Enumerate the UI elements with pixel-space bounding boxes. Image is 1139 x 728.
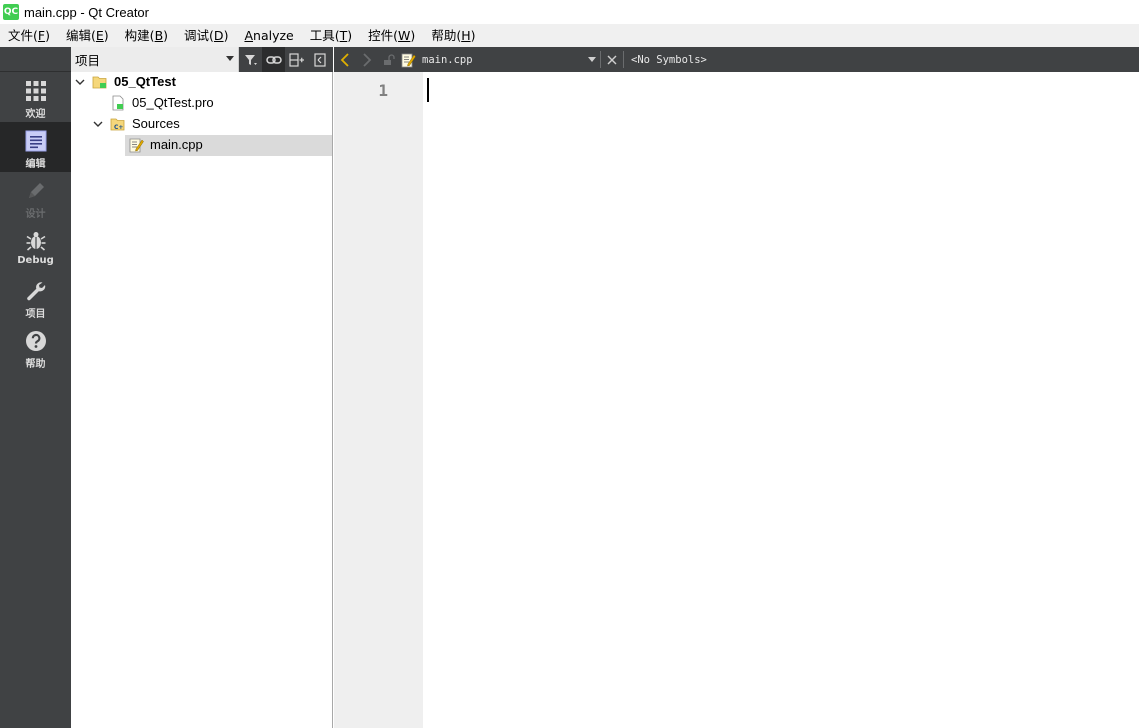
line-number: 1 bbox=[378, 81, 388, 100]
split-view-button[interactable] bbox=[285, 47, 308, 72]
text-caret bbox=[427, 78, 429, 102]
mode-projects-label: 项目 bbox=[25, 309, 46, 320]
grid-icon bbox=[25, 81, 46, 101]
close-icon bbox=[607, 55, 617, 64]
mode-projects[interactable]: 项目 bbox=[0, 272, 71, 322]
symbols-dropdown[interactable]: <No Symbols> bbox=[631, 54, 707, 66]
tree-item-label: main.cpp bbox=[150, 137, 203, 152]
menu-help[interactable]: 帮助(H) bbox=[423, 24, 483, 47]
menu-tools[interactable]: 工具(T) bbox=[302, 24, 360, 47]
open-documents-dropdown[interactable]: main.cpp bbox=[400, 47, 600, 72]
close-sidebar-icon bbox=[313, 52, 326, 67]
tree-item-label: 05_QtTest.pro bbox=[132, 95, 214, 110]
cpp-file-icon bbox=[401, 53, 416, 67]
unlock-icon bbox=[384, 53, 395, 65]
synchronize-editor-button[interactable] bbox=[262, 47, 285, 72]
qt-creator-window: QC main.cpp - Qt Creator 文件(F) 编辑(E) 构建(… bbox=[0, 0, 1139, 728]
go-back-button[interactable] bbox=[334, 47, 356, 72]
tree-item-pro-file[interactable]: 05_QtTest.pro bbox=[71, 93, 332, 114]
menu-debug[interactable]: 调试(D) bbox=[176, 24, 236, 47]
mode-design[interactable]: 设计 bbox=[0, 172, 71, 222]
link-icon bbox=[265, 55, 282, 64]
edit-document-icon bbox=[25, 130, 46, 152]
qt-creator-app-icon: QC bbox=[3, 4, 19, 20]
pro-file-icon bbox=[112, 95, 124, 111]
menu-analyze[interactable]: Analyze bbox=[236, 24, 301, 47]
mode-edit-label: 编辑 bbox=[25, 159, 46, 170]
tree-item-main-cpp[interactable]: main.cpp bbox=[125, 135, 332, 156]
tree-item-label: 05_QtTest bbox=[114, 74, 176, 89]
project-tree: 05_QtTest 05_QtTest.pro C+ Sources main.… bbox=[71, 72, 333, 728]
lock-button[interactable] bbox=[378, 47, 400, 72]
menu-bar: 文件(F) 编辑(E) 构建(B) 调试(D) Analyze 工具(T) 控件… bbox=[0, 24, 1139, 47]
menu-build[interactable]: 构建(B) bbox=[117, 24, 176, 47]
chevron-down-icon bbox=[226, 56, 234, 61]
title-bar: QC main.cpp - Qt Creator bbox=[0, 0, 1139, 24]
mode-welcome[interactable]: 欢迎 bbox=[0, 72, 71, 122]
mode-help[interactable]: 帮助 bbox=[0, 322, 71, 372]
chevron-right-icon bbox=[363, 52, 372, 67]
tree-item-sources[interactable]: C+ Sources bbox=[71, 114, 332, 135]
filter-tree-button[interactable] bbox=[239, 47, 262, 72]
mode-welcome-label: 欢迎 bbox=[25, 109, 46, 120]
chevron-down-icon[interactable] bbox=[75, 77, 85, 87]
project-view-selector-label: 项目 bbox=[75, 53, 101, 68]
pencil-icon bbox=[28, 183, 44, 198]
menu-edit[interactable]: 编辑(E) bbox=[58, 24, 117, 47]
bug-icon bbox=[26, 232, 45, 251]
project-panel-header: 项目 bbox=[71, 47, 333, 72]
tree-item-project[interactable]: 05_QtTest bbox=[71, 72, 332, 93]
wrench-icon bbox=[26, 282, 45, 301]
project-folder-icon bbox=[92, 76, 107, 89]
mode-design-label: 设计 bbox=[25, 209, 46, 220]
close-document-button[interactable] bbox=[601, 47, 623, 72]
mode-help-label: 帮助 bbox=[25, 359, 46, 370]
mode-edit[interactable]: 编辑 bbox=[0, 122, 71, 172]
text-editor[interactable] bbox=[423, 72, 1139, 728]
line-number-gutter bbox=[334, 72, 423, 728]
chevron-down-icon[interactable] bbox=[93, 119, 103, 129]
svg-text:C+: C+ bbox=[114, 124, 123, 131]
go-forward-button[interactable] bbox=[356, 47, 378, 72]
chevron-left-icon bbox=[340, 52, 349, 67]
sources-folder-icon: C+ bbox=[110, 118, 125, 131]
menu-file[interactable]: 文件(F) bbox=[0, 24, 58, 47]
split-icon bbox=[288, 52, 304, 67]
mode-sidebar: 欢迎 编辑 设计 Debug 项目 帮助 bbox=[0, 47, 71, 728]
filter-icon bbox=[244, 54, 257, 65]
editor-toolbar: main.cpp <No Symbols> bbox=[334, 47, 1139, 72]
help-icon bbox=[25, 331, 46, 351]
mode-sidebar-header bbox=[0, 47, 71, 72]
cpp-file-icon bbox=[129, 138, 144, 153]
mode-debug[interactable]: Debug bbox=[0, 222, 71, 272]
close-panel-button[interactable] bbox=[308, 47, 331, 72]
project-view-selector[interactable]: 项目 bbox=[71, 47, 239, 72]
toolbar-separator bbox=[623, 51, 624, 68]
window-title: main.cpp - Qt Creator bbox=[24, 4, 149, 20]
mode-debug-label: Debug bbox=[17, 255, 54, 266]
chevron-down-icon bbox=[588, 57, 596, 62]
tree-item-label: Sources bbox=[132, 116, 180, 131]
menu-widgets[interactable]: 控件(W) bbox=[360, 24, 423, 47]
current-file-name: main.cpp bbox=[422, 53, 473, 66]
